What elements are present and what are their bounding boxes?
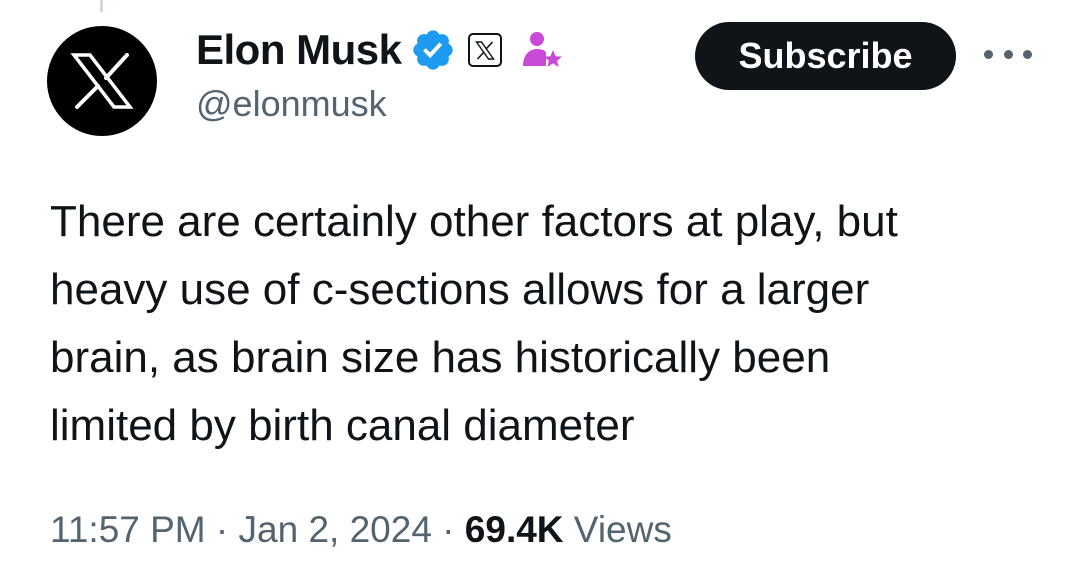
author-block: Elon Musk @elonmusk xyxy=(196,22,564,122)
verified-badge-icon[interactable] xyxy=(410,27,456,73)
tweet-text-line: limited by birth canal diameter xyxy=(50,401,635,450)
more-options-icon[interactable] xyxy=(984,44,1032,64)
author-name-row: Elon Musk xyxy=(196,22,564,78)
views-label: Views xyxy=(563,509,672,550)
tweet-text-line: brain, as brain size has historically be… xyxy=(50,333,831,382)
creator-subscription-icon[interactable] xyxy=(520,28,564,72)
x-logo-icon xyxy=(70,53,134,109)
views-count[interactable]: 69.4K xyxy=(465,509,564,550)
meta-separator: · xyxy=(205,509,239,550)
tweet-text-line: There are certainly other factors at pla… xyxy=(50,197,898,246)
more-dot xyxy=(984,49,993,59)
more-dot xyxy=(1003,49,1013,59)
tweet-text: There are certainly other factors at pla… xyxy=(50,188,1050,460)
more-dot xyxy=(1023,49,1032,59)
meta-separator: · xyxy=(431,509,465,550)
thread-connector-line xyxy=(100,0,103,12)
author-handle[interactable]: @elonmusk xyxy=(196,86,564,122)
tweet-text-line: heavy use of c-sections allows for a lar… xyxy=(50,265,870,314)
tweet-metadata: 11:57 PM · Jan 2, 2024 · 69.4K Views xyxy=(50,502,672,558)
x-affiliation-icon[interactable] xyxy=(467,33,502,67)
tweet-date[interactable]: Jan 2, 2024 xyxy=(239,509,432,550)
avatar[interactable] xyxy=(47,26,157,136)
subscribe-button[interactable]: Subscribe xyxy=(695,22,956,90)
author-display-name[interactable]: Elon Musk xyxy=(196,29,402,71)
tweet-time[interactable]: 11:57 PM xyxy=(50,509,206,550)
